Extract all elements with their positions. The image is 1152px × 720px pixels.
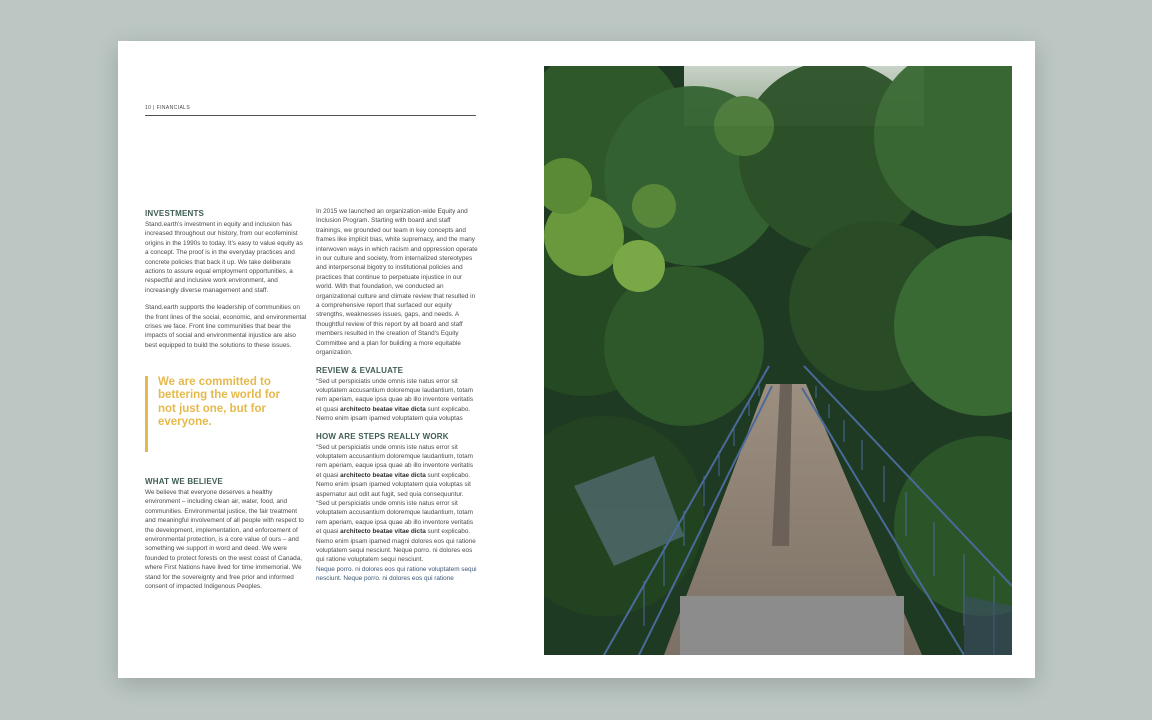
investments-paragraph-1: Stand.earth's investment in equity and i… xyxy=(145,221,303,294)
steps-a-bold: architecto beatae vitae dicta xyxy=(340,471,426,479)
right-column: In 2015 we launched an organization-wide… xyxy=(316,207,478,592)
header-rule xyxy=(145,115,476,116)
steps-heading: HOW ARE STEPS REALLY WORK xyxy=(316,431,449,441)
review-text-bold: architecto beatae vitae dicta xyxy=(340,405,426,413)
investments-paragraph-2: Stand.earth supports the leadership of c… xyxy=(145,304,307,349)
pull-quote: We are committed to bettering the world … xyxy=(145,376,285,452)
steps-paragraph-a: “Sed ut perspiciatis unde omnis iste nat… xyxy=(316,443,478,499)
left-column: INVESTMENTS Stand.earth's investment in … xyxy=(145,209,307,358)
forest-footbridge-photo xyxy=(544,66,1012,655)
photo-illustration xyxy=(544,66,1012,655)
steps-b-bold: architecto beatae vitae dicta xyxy=(340,528,426,536)
intro-paragraph: In 2015 we launched an organization-wide… xyxy=(316,208,478,357)
steps-paragraph-blue: Neque porro. ni dolores eos qui ratione … xyxy=(316,565,477,583)
steps-paragraph-b: “Sed ut perspiciatis unde omnis iste nat… xyxy=(316,499,478,565)
review-paragraph: “Sed ut perspiciatis unde omnis iste nat… xyxy=(316,377,478,424)
believe-paragraph: We believe that everyone deserves a heal… xyxy=(145,489,304,591)
investments-heading: INVESTMENTS xyxy=(145,209,205,218)
believe-section: WHAT WE BELIEVE We believe that everyone… xyxy=(145,477,307,599)
believe-heading: WHAT WE BELIEVE xyxy=(145,477,223,486)
magazine-spread: 10 | FINANCIALS INVESTMENTS Stand.earth'… xyxy=(118,41,1035,678)
review-heading: REVIEW & EVALUATE xyxy=(316,365,404,375)
page-header: 10 | FINANCIALS xyxy=(145,105,191,111)
